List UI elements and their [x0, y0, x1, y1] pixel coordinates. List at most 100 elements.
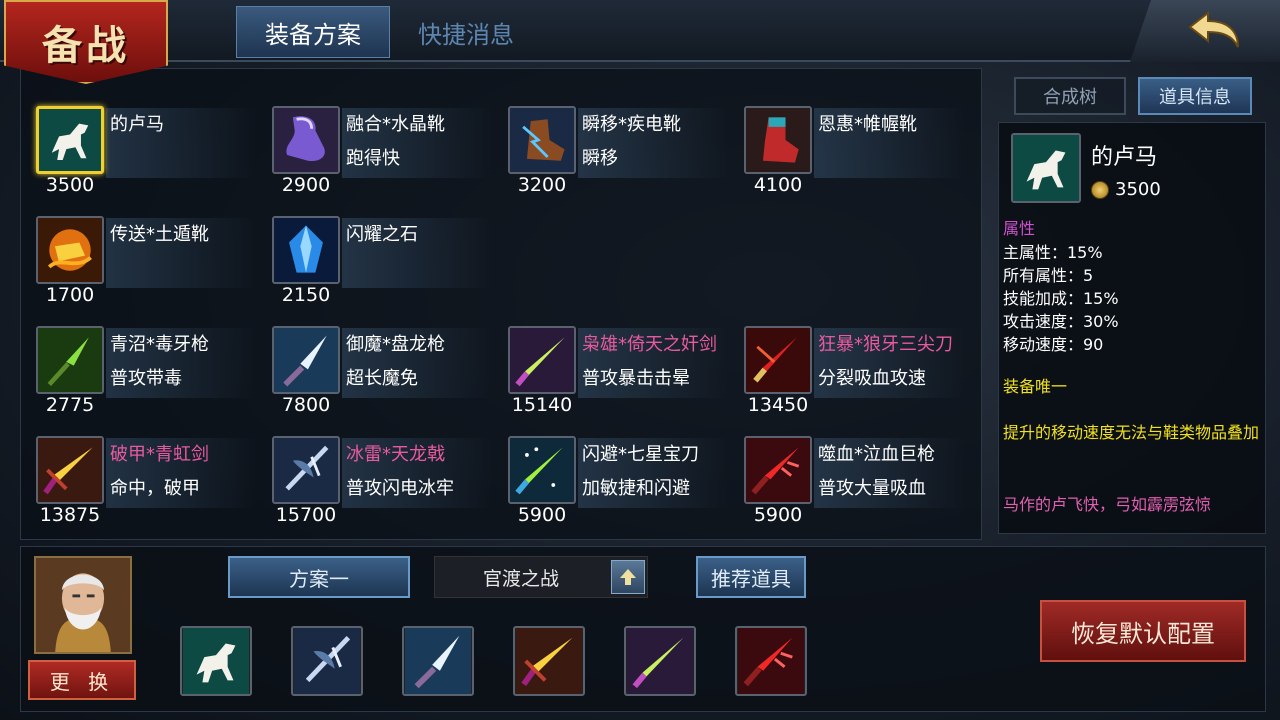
- item-icon[interactable]: [744, 106, 812, 174]
- blood-spear-icon: [738, 628, 804, 694]
- item-card[interactable]: 破甲*青虹剑 命中，破甲 13875: [28, 398, 258, 526]
- crystal-boot-icon: [274, 108, 338, 172]
- item-desc: 瞬移: [582, 148, 618, 169]
- item-icon[interactable]: [36, 106, 104, 174]
- stat-line: 技能加成：15%: [1003, 289, 1119, 308]
- golden-sword-icon: [516, 628, 582, 694]
- item-card[interactable]: 闪耀之石 2150: [264, 178, 494, 306]
- blood-spear-icon: [746, 438, 810, 502]
- back-button[interactable]: [1130, 0, 1280, 62]
- item-price: 4100: [753, 174, 803, 196]
- info-item-name: 的卢马: [1091, 145, 1158, 170]
- stat-line: 移动速度：90: [1003, 335, 1104, 354]
- tab-item-info[interactable]: 道具信息: [1138, 77, 1252, 115]
- red-boot-icon: [746, 108, 810, 172]
- star-blade-icon: [510, 438, 574, 502]
- item-card[interactable]: 枭雄*倚天之奸剑 普攻暴击击晕 15140: [500, 288, 730, 416]
- item-info-panel: 的卢马 3500 属性 主属性：15% 所有属性：5 技能加成：15% 攻击速度…: [998, 122, 1266, 534]
- lightning-boot-icon: [510, 108, 574, 172]
- item-icon[interactable]: [272, 106, 340, 174]
- map-selector[interactable]: 官渡之战: [434, 556, 648, 598]
- equipment-slot[interactable]: [180, 626, 252, 696]
- coin-icon: [1091, 181, 1109, 199]
- item-card[interactable]: 御魔*盘龙枪 超长魔免 7800: [264, 288, 494, 416]
- green-spear-icon: [38, 328, 102, 392]
- white-horse-icon: [39, 109, 101, 171]
- map-label: 官渡之战: [482, 567, 559, 590]
- equipment-slot[interactable]: [735, 626, 807, 696]
- item-name: 的卢马: [110, 114, 164, 135]
- tab-quick-messages[interactable]: 快捷消息: [396, 6, 536, 58]
- item-icon[interactable]: [36, 216, 104, 284]
- white-horse-icon: [1013, 135, 1079, 201]
- info-item-price: 3500: [1115, 179, 1161, 200]
- item-icon[interactable]: [508, 326, 576, 394]
- jade-sword-icon: [510, 328, 574, 392]
- item-desc: 命中，破甲: [110, 478, 200, 499]
- item-name: 恩惠*帷幄靴: [818, 114, 917, 135]
- item-name: 狂暴*狼牙三尖刀: [818, 334, 953, 355]
- item-card[interactable]: 融合*水晶靴 跑得快 2900: [264, 68, 494, 196]
- item-name: 噬血*泣血巨枪: [818, 444, 935, 465]
- map-toggle-button[interactable]: [611, 560, 645, 594]
- recommend-items-button[interactable]: 推荐道具: [696, 556, 806, 598]
- item-card[interactable]: 传送*土遁靴 1700: [28, 178, 258, 306]
- item-desc: 普攻带毒: [110, 368, 182, 389]
- hero-avatar-icon: [36, 558, 130, 652]
- item-desc: 超长魔免: [346, 368, 418, 389]
- trident-blade-icon: [746, 328, 810, 392]
- item-card[interactable]: 的卢马 3500: [28, 68, 258, 196]
- hero-portrait[interactable]: [34, 556, 132, 654]
- item-desc: 普攻大量吸血: [818, 478, 926, 499]
- item-icon[interactable]: [508, 436, 576, 504]
- equipment-slot[interactable]: [624, 626, 696, 696]
- item-icon[interactable]: [272, 436, 340, 504]
- item-price: 13875: [39, 504, 101, 526]
- item-card[interactable]: 恩惠*帷幄靴 4100: [736, 68, 966, 196]
- item-price: 3200: [517, 174, 567, 196]
- golden-sword-icon: [38, 438, 102, 502]
- tab-synthesis-tree[interactable]: 合成树: [1014, 77, 1126, 115]
- item-card[interactable]: 闪避*七星宝刀 加敏捷和闪避 5900: [500, 398, 730, 526]
- item-card[interactable]: 狂暴*狼牙三尖刀 分裂吸血攻速 13450: [736, 288, 966, 416]
- item-icon[interactable]: [36, 436, 104, 504]
- item-icon[interactable]: [744, 326, 812, 394]
- flavor-text: 马作的卢飞快，弓如霹雳弦惊: [1003, 495, 1212, 514]
- stat-line: 主属性：15%: [1003, 243, 1103, 262]
- item-card[interactable]: 瞬移*疾电靴 瞬移 3200: [500, 68, 730, 196]
- halberd-icon: [274, 438, 338, 502]
- item-price: 5900: [517, 504, 567, 526]
- fire-boot-icon: [38, 218, 102, 282]
- item-icon[interactable]: [508, 106, 576, 174]
- item-icon[interactable]: [272, 216, 340, 284]
- equipment-slot[interactable]: [291, 626, 363, 696]
- plan-select-button[interactable]: 方案一: [228, 556, 410, 598]
- item-desc: 分裂吸血攻速: [818, 368, 926, 389]
- item-card[interactable]: 冰雷*天龙戟 普攻闪电冰牢 15700: [264, 398, 494, 526]
- tab-equipment-plan[interactable]: 装备方案: [236, 6, 390, 58]
- item-card[interactable]: 青沼*毒牙枪 普攻带毒 2775: [28, 288, 258, 416]
- item-desc: 普攻暴击击晕: [582, 368, 690, 389]
- item-icon[interactable]: [272, 326, 340, 394]
- note-text: 提升的移动速度无法与鞋类物品叠加: [1003, 423, 1260, 442]
- item-name: 闪避*七星宝刀: [582, 444, 699, 465]
- item-name: 传送*土遁靴: [110, 224, 209, 245]
- item-desc: 普攻闪电冰牢: [346, 478, 454, 499]
- item-name: 闪耀之石: [346, 224, 418, 245]
- halberd-icon: [294, 628, 360, 694]
- stat-line: 所有属性：5: [1003, 266, 1094, 285]
- item-card[interactable]: 噬血*泣血巨枪 普攻大量吸血 5900: [736, 398, 966, 526]
- reset-default-button[interactable]: 恢复默认配置: [1040, 600, 1246, 662]
- top-bar: 装备方案 快捷消息: [0, 0, 1280, 62]
- item-icon[interactable]: [744, 436, 812, 504]
- item-name: 枭雄*倚天之奸剑: [582, 334, 717, 355]
- item-name: 青沼*毒牙枪: [110, 334, 209, 355]
- item-name: 冰雷*天龙戟: [346, 444, 445, 465]
- item-icon[interactable]: [36, 326, 104, 394]
- equipment-slot[interactable]: [402, 626, 474, 696]
- item-price: 15700: [275, 504, 337, 526]
- item-desc: 跑得快: [346, 148, 400, 169]
- swap-hero-button[interactable]: 更 换: [28, 660, 136, 700]
- equipment-slot[interactable]: [513, 626, 585, 696]
- item-name: 御魔*盘龙枪: [346, 334, 445, 355]
